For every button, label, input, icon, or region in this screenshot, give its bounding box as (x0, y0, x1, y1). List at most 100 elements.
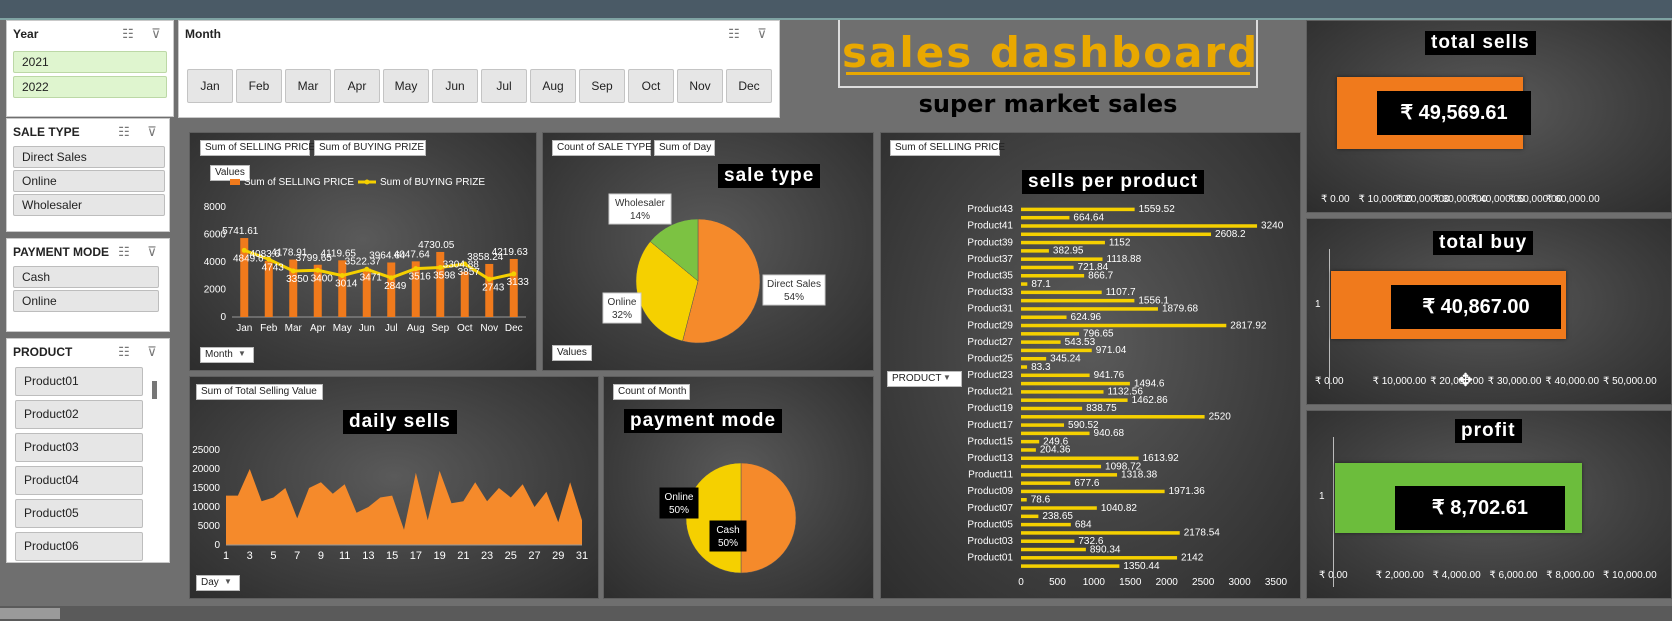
month-button-feb[interactable]: Feb (236, 69, 282, 103)
product-bar (1021, 514, 1039, 519)
sale-type-panel: Count of SALE TYPE Sum of Day sale type … (542, 132, 874, 371)
clear-filter-icon[interactable]: ⊽ (143, 244, 161, 260)
x-tick-label: Dec (505, 323, 523, 334)
month-button-jan[interactable]: Jan (187, 69, 233, 103)
month-button-apr[interactable]: Apr (334, 69, 380, 103)
slicer-item-product04[interactable]: Product04 (15, 466, 143, 495)
dropdown-icon[interactable]: ▼ (224, 577, 232, 586)
y-tick-label: 0 (220, 312, 226, 323)
kpi-tick-label: ₹ 0.00 (1321, 194, 1350, 205)
kpi-tick-label: ₹ 10,000.00 (1372, 376, 1427, 387)
kpi-total-sells-value: ₹ 49,569.61 (1377, 91, 1531, 135)
y-tick-label: Product39 (967, 237, 1013, 248)
clear-filter-icon[interactable]: ⊽ (143, 344, 161, 360)
buying-price-point (511, 271, 517, 277)
clear-filter-icon[interactable]: ⊽ (147, 26, 165, 42)
y-tick-label: Product15 (967, 436, 1013, 447)
y-tick-label: Product29 (967, 320, 1013, 331)
line-data-label: 3857 (458, 267, 481, 278)
x-tick-label: Aug (407, 323, 425, 334)
slicer-scrollbar[interactable] (152, 381, 157, 399)
month-button-mar[interactable]: Mar (285, 69, 331, 103)
horizontal-scrollbar[interactable] (0, 606, 1672, 621)
multi-select-icon[interactable]: ☷ (725, 26, 743, 42)
slicer-item-product06[interactable]: Product06 (15, 532, 143, 561)
y-tick-label: 8000 (204, 202, 227, 213)
legend-label-selling: Sum of SELLING PRICE (244, 177, 354, 188)
y-tick-label: 25000 (192, 445, 220, 456)
payment-mode-pie-chart: Cash 50% Online 50% (659, 462, 797, 574)
mouse-cursor-icon: ✥ (1458, 370, 1474, 390)
slicer-item-product03[interactable]: Product03 (15, 433, 143, 462)
dashboard-title-box: sales dashboard (838, 20, 1258, 88)
slicer-item-product01[interactable]: Product01 (15, 367, 143, 396)
line-data-label: 2849 (384, 281, 407, 292)
sale-type-pie-chart: Direct Sales 54% Online 32% Wholesaler 14% (602, 193, 826, 344)
x-tick-label: Nov (480, 323, 498, 334)
y-tick-label: 10000 (192, 502, 220, 513)
pie-label-value: 50% (718, 538, 738, 549)
month-button-jun[interactable]: Jun (432, 69, 478, 103)
month-button-nov[interactable]: Nov (677, 69, 723, 103)
product-bar (1021, 373, 1090, 378)
bar-data-label: 5741.61 (222, 226, 259, 237)
kpi-profit-value: ₹ 8,702.61 (1395, 486, 1565, 530)
slicer-item-online[interactable]: Online (13, 170, 165, 192)
dropdown-icon[interactable]: ▼ (238, 349, 246, 358)
slicer-product: PRODUCT ☷ ⊽ Product01 Product02 Product03 Pr… (6, 338, 170, 563)
y-tick-label: Product19 (967, 403, 1013, 414)
month-button-aug[interactable]: Aug (530, 69, 576, 103)
month-button-oct[interactable]: Oct (628, 69, 674, 103)
product-bar (1021, 448, 1036, 452)
line-data-label: 3350 (286, 274, 309, 285)
line-data-label: 3014 (335, 279, 358, 290)
multi-select-icon[interactable]: ☷ (115, 244, 133, 260)
pie-slice-cash (740, 462, 797, 574)
bar-data-label: 4730.05 (418, 240, 455, 251)
clear-filter-icon[interactable]: ⊽ (753, 26, 771, 42)
product-bar (1021, 215, 1070, 220)
multi-select-icon[interactable]: ☷ (119, 26, 137, 42)
slicer-item-wholesaler[interactable]: Wholesaler (13, 194, 165, 216)
clear-filter-icon[interactable]: ⊽ (143, 124, 161, 140)
slicer-item-direct-sales[interactable]: Direct Sales (13, 146, 165, 168)
multi-select-icon[interactable]: ☷ (115, 344, 133, 360)
pie-label-value: 32% (612, 310, 632, 321)
pie-label-name: Cash (716, 525, 739, 536)
slicer-year-item-2022[interactable]: 2022 (13, 76, 167, 98)
product-data-label: 3240 (1261, 221, 1284, 232)
line-data-label: 3516 (409, 272, 432, 283)
product-bar (1021, 506, 1097, 510)
product-data-label: 890.34 (1090, 544, 1121, 555)
month-button-sep[interactable]: Sep (579, 69, 625, 103)
multi-select-icon[interactable]: ☷ (115, 124, 133, 140)
kpi-total-buy-title: total buy (1433, 231, 1534, 255)
product-bar (1021, 290, 1102, 295)
x-tick-label: Jan (236, 323, 252, 334)
pie-label-direct-sales: Direct Sales 54% (762, 274, 826, 306)
x-tick-label: 29 (552, 550, 564, 562)
y-tick-label: Product21 (967, 387, 1013, 398)
x-tick-label: Feb (260, 323, 278, 334)
x-tick-label: 17 (410, 550, 422, 562)
y-tick-label: Product25 (967, 353, 1013, 364)
month-button-jul[interactable]: Jul (481, 69, 527, 103)
kpi-profit-title: profit (1455, 419, 1522, 443)
product-data-label: 83.3 (1031, 362, 1051, 373)
month-button-may[interactable]: May (383, 69, 429, 103)
slicer-item-product05[interactable]: Product05 (15, 499, 143, 528)
slicer-item-cash[interactable]: Cash (13, 266, 159, 288)
scrollbar-thumb[interactable] (0, 608, 60, 619)
slicer-item-product02[interactable]: Product02 (15, 400, 143, 429)
product-bar (1021, 456, 1139, 461)
legend-swatch-buying-dot (364, 179, 370, 185)
slicer-year-item-2021[interactable]: 2021 (13, 51, 167, 73)
product-bar (1021, 224, 1258, 228)
product-bar (1021, 265, 1074, 270)
x-tick-label: 25 (505, 550, 517, 562)
slicer-item-online-payment[interactable]: Online (13, 290, 159, 312)
axis-day-button[interactable]: Day (196, 575, 240, 591)
pie-label-online: Online 32% (602, 292, 642, 324)
x-tick-label: 2000 (1156, 577, 1179, 588)
month-button-dec[interactable]: Dec (726, 69, 772, 103)
